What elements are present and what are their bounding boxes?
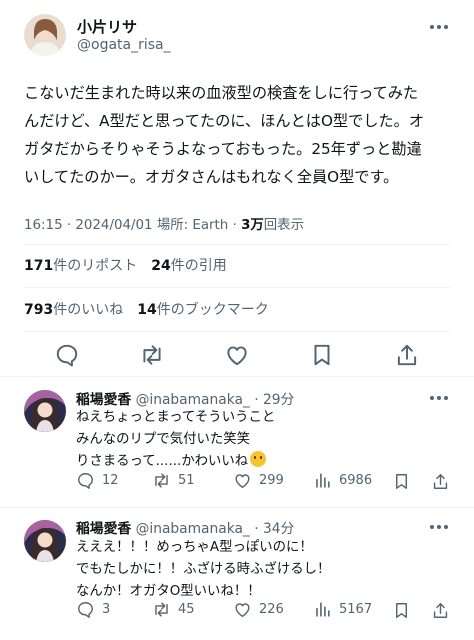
divider [24, 331, 450, 332]
post-date[interactable]: 2024/04/01 [75, 218, 152, 233]
divider [24, 244, 450, 245]
post-text: こないだ生まれた時以来の血液型の検査をしに行ってみた んだけど、A型だと思ってた… [24, 84, 425, 186]
quotes-label: 件の引用 [170, 258, 227, 274]
share-icon[interactable] [431, 472, 450, 491]
reply-icon [78, 473, 93, 489]
reply-author-name[interactable]: 稲場愛香 [76, 392, 131, 408]
bookmark-icon[interactable] [309, 342, 335, 368]
reply-text: えええ！！！めっちゃA型っぽいのに！ でもたしかに！！ふざける時ふざけるし！ な… [76, 540, 331, 599]
like-icon [235, 603, 250, 617]
share-icon[interactable] [394, 342, 420, 368]
like-icon [235, 474, 250, 488]
reposts-count: 171 [24, 258, 54, 274]
reply-author-handle[interactable]: @inabamanaka_ [136, 392, 250, 408]
reposts-link[interactable]: 171件のリポスト [24, 258, 137, 274]
reply-button[interactable]: 12 [76, 471, 119, 490]
views-button[interactable]: 6986 [313, 471, 372, 490]
bookmarks-link[interactable]: 14件のブックマーク [137, 302, 268, 318]
post-meta: 16:15 · 2024/04/01 場所: Earth · 3万回表示 [24, 218, 304, 233]
likes-label: 件のいいね [53, 302, 124, 318]
likes-link[interactable]: 793件のいいね [24, 302, 123, 318]
likes-count: 793 [24, 302, 54, 318]
repost-count: 51 [178, 473, 195, 488]
reply-timestamp[interactable]: 34分 [263, 521, 294, 537]
reply-count: 12 [102, 473, 119, 488]
quotes-link[interactable]: 24件の引用 [151, 258, 226, 274]
views-count: 6986 [339, 473, 373, 488]
author-handle[interactable]: @ogata_risa_ [77, 37, 171, 53]
views-button[interactable]: 5167 [313, 600, 372, 619]
reply-icon [78, 602, 93, 618]
reply-item[interactable]: 稲場愛香 @inabamanaka_ · 34分 えええ！！！めっちゃA型っぽい… [0, 508, 474, 640]
reposts-label: 件のリポスト [53, 258, 138, 274]
shushing-face-emoji-icon [250, 451, 267, 467]
repost-count: 45 [178, 602, 195, 617]
like-stats-row: 793件のいいね 14件のブックマーク [24, 299, 269, 319]
repost-button[interactable]: 51 [152, 471, 195, 490]
reply-author-avatar[interactable] [24, 520, 66, 562]
views-chart-icon [316, 473, 330, 488]
repost-stats-row: 171件のリポスト 24件の引用 [24, 255, 227, 275]
like-button[interactable]: 299 [233, 471, 284, 490]
bookmark-icon[interactable] [392, 601, 411, 620]
like-count: 226 [259, 602, 284, 617]
reply-count: 3 [102, 602, 111, 617]
bookmarks-label: 件のブックマーク [156, 302, 269, 318]
more-options-icon[interactable] [430, 393, 454, 403]
post-location[interactable]: 場所: Earth [157, 218, 228, 233]
main-post: 小片リサ @ogata_risa_ こないだ生まれた時以来の血液型の検査をしに行… [0, 0, 474, 376]
more-options-icon[interactable] [430, 22, 454, 32]
quotes-count: 24 [151, 258, 171, 274]
reply-text: ねえちょっとまってそういうこと みんなのリプで気付いた笑笑 りさまるって....… [76, 407, 446, 473]
reply-button[interactable]: 3 [76, 600, 110, 619]
views-chart-icon [316, 602, 330, 617]
reply-action-bar: 3 45 226 5167 [76, 600, 456, 622]
like-count: 299 [259, 473, 284, 488]
more-options-icon[interactable] [430, 522, 454, 532]
reply-text-body: ねえちょっとまってそういうこと みんなのリプで気付いた笑笑 りさまるって....… [76, 410, 276, 469]
like-button[interactable]: 226 [233, 600, 284, 619]
post-time[interactable]: 16:15 [24, 218, 63, 233]
post-action-bar [0, 336, 474, 372]
repost-icon [155, 602, 168, 617]
reply-author-handle[interactable]: @inabamanaka_ [136, 521, 250, 537]
repost-icon[interactable] [139, 342, 165, 368]
reply-action-bar: 12 51 299 6986 [76, 471, 456, 493]
repost-icon [155, 473, 168, 488]
reply-author-avatar[interactable] [24, 390, 66, 432]
views-count: 3万 [241, 218, 264, 233]
reply-icon[interactable] [54, 342, 80, 368]
divider [24, 287, 450, 288]
reply-author: 稲場愛香 @inabamanaka_ · 34分 [76, 521, 295, 537]
bookmark-icon[interactable] [392, 472, 411, 491]
reply-item[interactable]: 稲場愛香 @inabamanaka_ · 29分 ねえちょっとまってそういうこと… [0, 377, 474, 507]
author-avatar[interactable] [24, 14, 66, 56]
reply-timestamp[interactable]: 29分 [263, 392, 294, 408]
repost-button[interactable]: 45 [152, 600, 195, 619]
views-label: 回表示 [263, 218, 304, 233]
reply-author-name[interactable]: 稲場愛香 [76, 521, 131, 537]
reply-author: 稲場愛香 @inabamanaka_ · 29分 [76, 392, 295, 408]
bookmarks-count: 14 [137, 302, 157, 318]
share-icon[interactable] [431, 601, 450, 620]
author-display-name[interactable]: 小片リサ [77, 16, 137, 37]
views-count: 5167 [339, 602, 373, 617]
like-icon[interactable] [224, 342, 250, 368]
